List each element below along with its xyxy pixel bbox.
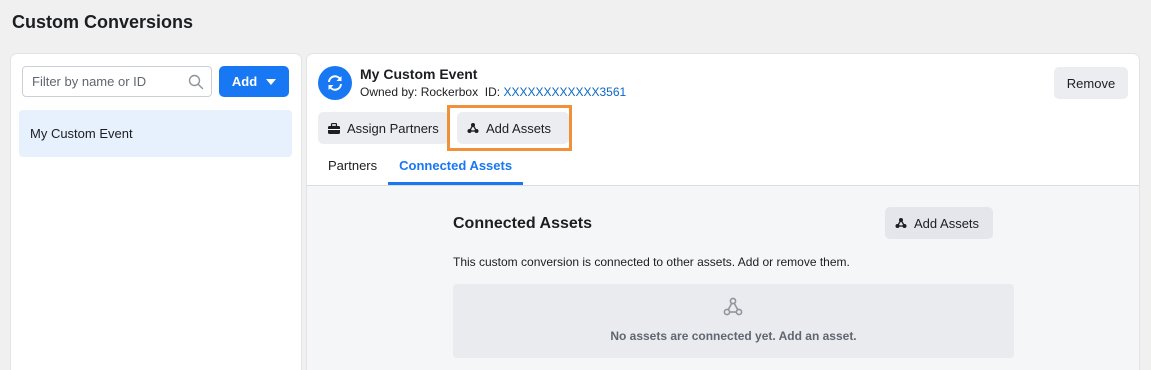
- owned-by-label: Owned by:: [360, 85, 418, 99]
- add-assets-label: Add Assets: [486, 120, 552, 136]
- add-assets-secondary-label: Add Assets: [914, 215, 980, 231]
- caret-down-icon: [266, 78, 277, 85]
- owner-name: Rockerbox: [420, 85, 479, 99]
- list-item-my-custom-event[interactable]: My Custom Event: [19, 110, 292, 157]
- add-button-label: Add: [231, 74, 258, 89]
- section-description: This custom conversion is connected to o…: [453, 255, 850, 269]
- search-input[interactable]: [23, 67, 173, 96]
- remove-button[interactable]: Remove: [1054, 67, 1128, 99]
- sync-icon: [318, 66, 352, 100]
- tab-connected-assets[interactable]: Connected Assets: [388, 154, 524, 185]
- assets-icon: [467, 123, 479, 133]
- tab-partners[interactable]: Partners: [317, 154, 388, 185]
- assets-icon: [895, 218, 907, 228]
- briefcase-icon: [328, 122, 340, 134]
- search-icon: [188, 74, 204, 90]
- event-id-link[interactable]: XXXXXXXXXXXX3561: [503, 85, 626, 99]
- sidebar-panel: Add My Custom Event: [11, 54, 301, 370]
- id-label: ID:: [484, 85, 501, 99]
- section-title: Connected Assets: [453, 215, 592, 232]
- empty-state-message: No assets are connected yet. Add an asse…: [610, 329, 857, 343]
- connected-assets-section: Connected Assets Add Assets This custom …: [307, 186, 1139, 370]
- event-title: My Custom Event: [360, 66, 478, 82]
- detail-panel: My Custom Event Owned by: Rockerbox ID: …: [307, 54, 1139, 370]
- page-title: Custom Conversions: [12, 12, 194, 32]
- tabs: Partners Connected Assets: [317, 154, 524, 185]
- assign-partners-label: Assign Partners: [347, 120, 439, 136]
- assign-partners-button[interactable]: Assign Partners: [318, 112, 449, 144]
- search-box[interactable]: [22, 66, 212, 97]
- empty-state: No assets are connected yet. Add an asse…: [453, 284, 1014, 358]
- add-assets-secondary-button[interactable]: Add Assets: [885, 207, 993, 239]
- event-meta: Owned by: Rockerbox ID: XXXXXXXXXXXX3561: [360, 85, 626, 99]
- assets-icon: [723, 297, 743, 316]
- add-assets-button[interactable]: Add Assets: [457, 112, 569, 144]
- add-button[interactable]: Add: [219, 66, 289, 97]
